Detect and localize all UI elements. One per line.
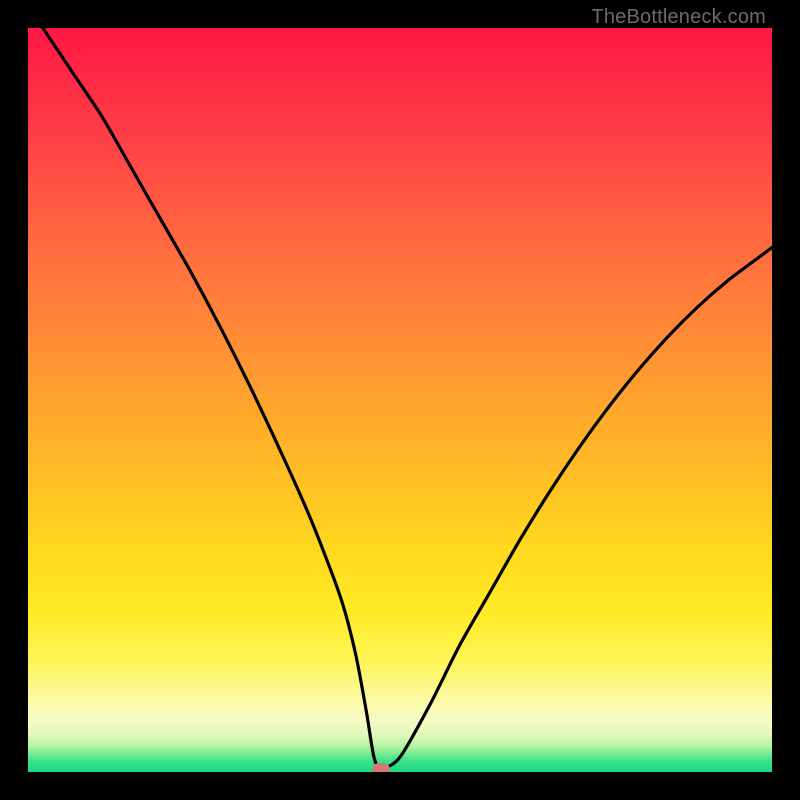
chart-frame: TheBottleneck.com: [0, 0, 800, 800]
plot-area: [28, 28, 772, 772]
optimum-marker: [372, 763, 390, 772]
bottleneck-curve: [43, 28, 772, 768]
curve-layer: [28, 28, 772, 772]
watermark-text: TheBottleneck.com: [591, 6, 766, 29]
